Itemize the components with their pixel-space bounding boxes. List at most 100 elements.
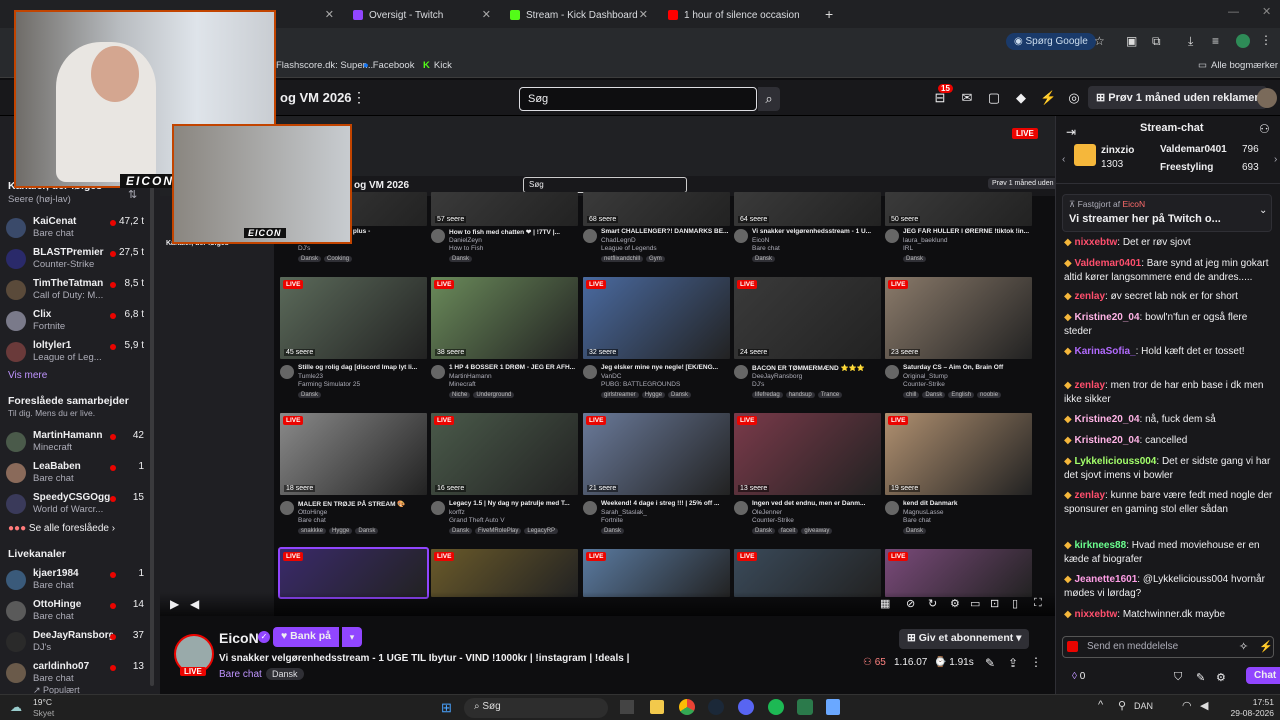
thumbnail-game[interactable]: Farming Simulator 25 — [298, 381, 426, 388]
tag-pill[interactable]: Dansk — [752, 256, 776, 262]
thumbnail-channel[interactable]: laura_baeklund — [903, 237, 1031, 244]
tag-pill[interactable]: noobie — [977, 392, 1002, 398]
mic-icon[interactable]: ⚲ — [1118, 699, 1126, 712]
tag-pill[interactable]: Dansk — [903, 256, 927, 262]
language-indicator[interactable]: DAN — [1134, 701, 1153, 711]
tag-pill[interactable]: Dansk — [298, 256, 322, 262]
thumbnail-title[interactable]: JEG FÅR HULLER I ØRERNE !tiktok !in... — [903, 228, 1031, 235]
shield-icon[interactable]: ⛉ — [1174, 671, 1182, 684]
stream-thumbnail[interactable]: LIVE 32 seere — [583, 277, 730, 359]
stream-thumbnail[interactable]: LIVE 16 seere — [431, 413, 578, 495]
close-icon[interactable]: ✕ — [639, 8, 648, 21]
thumbnail-title[interactable]: Stille og rolig dag [discord lmap lyt li… — [298, 364, 426, 371]
thumbnail-channel[interactable]: Original_Stump — [903, 373, 1031, 380]
tag-pill[interactable]: girlstreamer — [601, 392, 639, 398]
spotify-icon[interactable] — [768, 699, 784, 715]
tab-youtube[interactable]: 1 hour of silence occasionally b — [660, 4, 818, 26]
followed-sort[interactable]: Seere (høj-lav) — [8, 194, 71, 205]
chat-username[interactable]: Jeanette1601 — [1074, 574, 1137, 585]
tag-pill[interactable]: Underground — [473, 392, 515, 398]
chat-input[interactable]: Send en meddelelse ✧ ⚡ — [1062, 636, 1274, 658]
thumbnail-game[interactable]: Counter-Strike — [903, 381, 1031, 388]
all-bookmarks[interactable]: ▭ Alle bogmærker — [1198, 60, 1278, 71]
chat-username[interactable]: nixxebtw — [1074, 609, 1117, 620]
tag-pill[interactable]: Hygge — [641, 392, 666, 398]
bookmark-facebook[interactable]: ● Facebook — [363, 60, 414, 71]
activity-icon[interactable]: ◎ — [1066, 90, 1082, 106]
thumbnail-channel[interactable]: MartinHamann — [449, 373, 577, 380]
more-menu-icon[interactable]: ⋮ — [352, 89, 366, 106]
thumbnail-title[interactable]: kend dit Danmark — [903, 500, 1031, 507]
tag-pill[interactable]: FiveMRolePlay — [475, 528, 522, 534]
stream-thumbnail[interactable]: LIVE 13 seere — [734, 413, 881, 495]
chevron-down-icon[interactable]: ▾ — [342, 627, 362, 647]
tag-pill[interactable]: giveaway — [801, 528, 833, 534]
download-icon[interactable]: ⤓ — [1188, 34, 1193, 49]
taskbar-search[interactable]: ⌕ Søg — [464, 698, 608, 718]
crown-icon[interactable]: ◆ — [1013, 90, 1029, 106]
mod-tools-icon[interactable]: ✎ — [1196, 671, 1205, 684]
bits-icon[interactable]: ⚡ — [1259, 640, 1273, 653]
sidebar-channel[interactable]: TimTheTatman Call of Duty: M... 8,5 t — [6, 276, 154, 306]
thumbnail-title[interactable]: Vi snakker velgørenhedsstream - 1 U... — [752, 228, 880, 235]
chat-username[interactable]: Kristine20_04 — [1074, 414, 1139, 425]
tag-pill[interactable]: Dansk — [449, 256, 473, 262]
chat-username[interactable]: Kristine20_04 — [1074, 435, 1139, 446]
channel-points[interactable]: ◊ 0 — [1072, 671, 1085, 682]
chat-message[interactable]: ◆ nixxebtw: Det er røv sjovt — [1064, 236, 1274, 250]
bookmark-kick[interactable]: K Kick — [423, 60, 452, 71]
thumbnail-game[interactable]: League of Legends — [601, 245, 729, 252]
chat-username[interactable]: KarinaSofia_ — [1074, 346, 1135, 357]
thumbnail-game[interactable]: IRL — [903, 245, 1031, 252]
chat-username[interactable]: zenlay — [1074, 291, 1105, 302]
show-hidden-icons[interactable]: ^ — [1098, 699, 1103, 711]
play-icon[interactable]: ▶ — [170, 597, 179, 611]
tag-pill[interactable]: Dansk — [752, 528, 776, 534]
thumbnail-channel[interactable]: OleJenner — [752, 509, 880, 516]
chat-username[interactable]: zenlay — [1074, 490, 1105, 501]
menu-icon[interactable]: ⋮ — [1260, 33, 1272, 47]
thumbnail-channel[interactable]: korffz — [449, 509, 577, 516]
sort-icon[interactable]: ⇅ — [128, 188, 137, 201]
chat-message[interactable]: ◆ zenlay: men tror de har enb base i dk … — [1064, 379, 1274, 407]
pinned-message[interactable]: ⊼ Fastgjort af EicoN Vi streamer her på … — [1062, 194, 1272, 232]
thumbnail-channel[interactable]: ChadLegnD — [601, 237, 729, 244]
thumbnail-game[interactable]: PUBG: BATTLEGROUNDS — [601, 381, 729, 388]
tag-pill[interactable]: Cooking — [324, 256, 353, 262]
inbox-icon[interactable]: ✉ — [959, 90, 975, 106]
profile-avatar[interactable] — [1236, 34, 1250, 48]
tab-kick[interactable]: Stream - Kick Dashboard ✕ — [502, 4, 654, 26]
volume-icon[interactable]: ◀ — [1200, 699, 1208, 712]
sidebar-scrollbar[interactable] — [150, 156, 154, 686]
stream-thumbnail[interactable]: LIVE 38 seere — [431, 277, 578, 359]
stream-thumbnail[interactable]: LIVE — [583, 549, 730, 597]
tag-pill[interactable]: Trance — [817, 392, 843, 398]
tag-pill[interactable]: Dansk — [922, 392, 946, 398]
tag-pill[interactable]: Niche — [449, 392, 471, 398]
tag-pill[interactable]: chill — [903, 392, 920, 398]
search-input[interactable]: Søg — [519, 87, 757, 111]
stream-thumbnail[interactable]: LIVE 45 seere — [280, 277, 427, 359]
see-all-suggested[interactable]: ●●● Se alle foreslåede › — [8, 523, 148, 537]
sidebar-channel[interactable]: MartinHamann Minecraft 42 — [6, 428, 154, 458]
windows-start-icon[interactable]: ⊞ — [441, 700, 452, 716]
steam-icon[interactable] — [708, 699, 724, 715]
gift-sub-button[interactable]: ⊞ Giv et abonnement ▾ — [899, 629, 1030, 649]
try-ad-free-button[interactable]: ⊞ Prøv 1 måned uden reklamer — [1088, 86, 1267, 109]
emote-picker-icon[interactable]: ✧ — [1239, 640, 1248, 653]
network-icon[interactable]: ◠ — [1182, 699, 1192, 712]
pip-icon[interactable]: ⊡ — [990, 597, 999, 610]
clock-date[interactable]: 29-08-2026 — [1226, 708, 1274, 718]
show-more-link[interactable]: Vis mere — [8, 370, 47, 381]
thumbnail-title[interactable]: Legacy 1.5 | Ny dag ny patrulje med T... — [449, 500, 577, 507]
sidebar-channel[interactable]: KaiCenat Bare chat 47,2 t — [6, 214, 154, 244]
tag-pill[interactable]: snakkke — [298, 528, 327, 534]
thumbnail-title[interactable]: 1 HP 4 BOSSER 1 DRØM - JEG ER AFH... — [449, 364, 577, 371]
more-options-icon[interactable]: ⋮ — [1030, 655, 1042, 669]
notepad-icon[interactable] — [826, 699, 840, 715]
settings-icon[interactable]: ⚙ — [1216, 671, 1226, 684]
sidebar-channel[interactable]: DeeJayRansborg DJ's 37 — [6, 628, 154, 658]
search-icon[interactable]: ⌕ — [758, 87, 780, 111]
volume-icon[interactable]: ◀ — [190, 597, 199, 611]
stream-thumbnail[interactable]: LIVE 21 seere — [583, 413, 730, 495]
